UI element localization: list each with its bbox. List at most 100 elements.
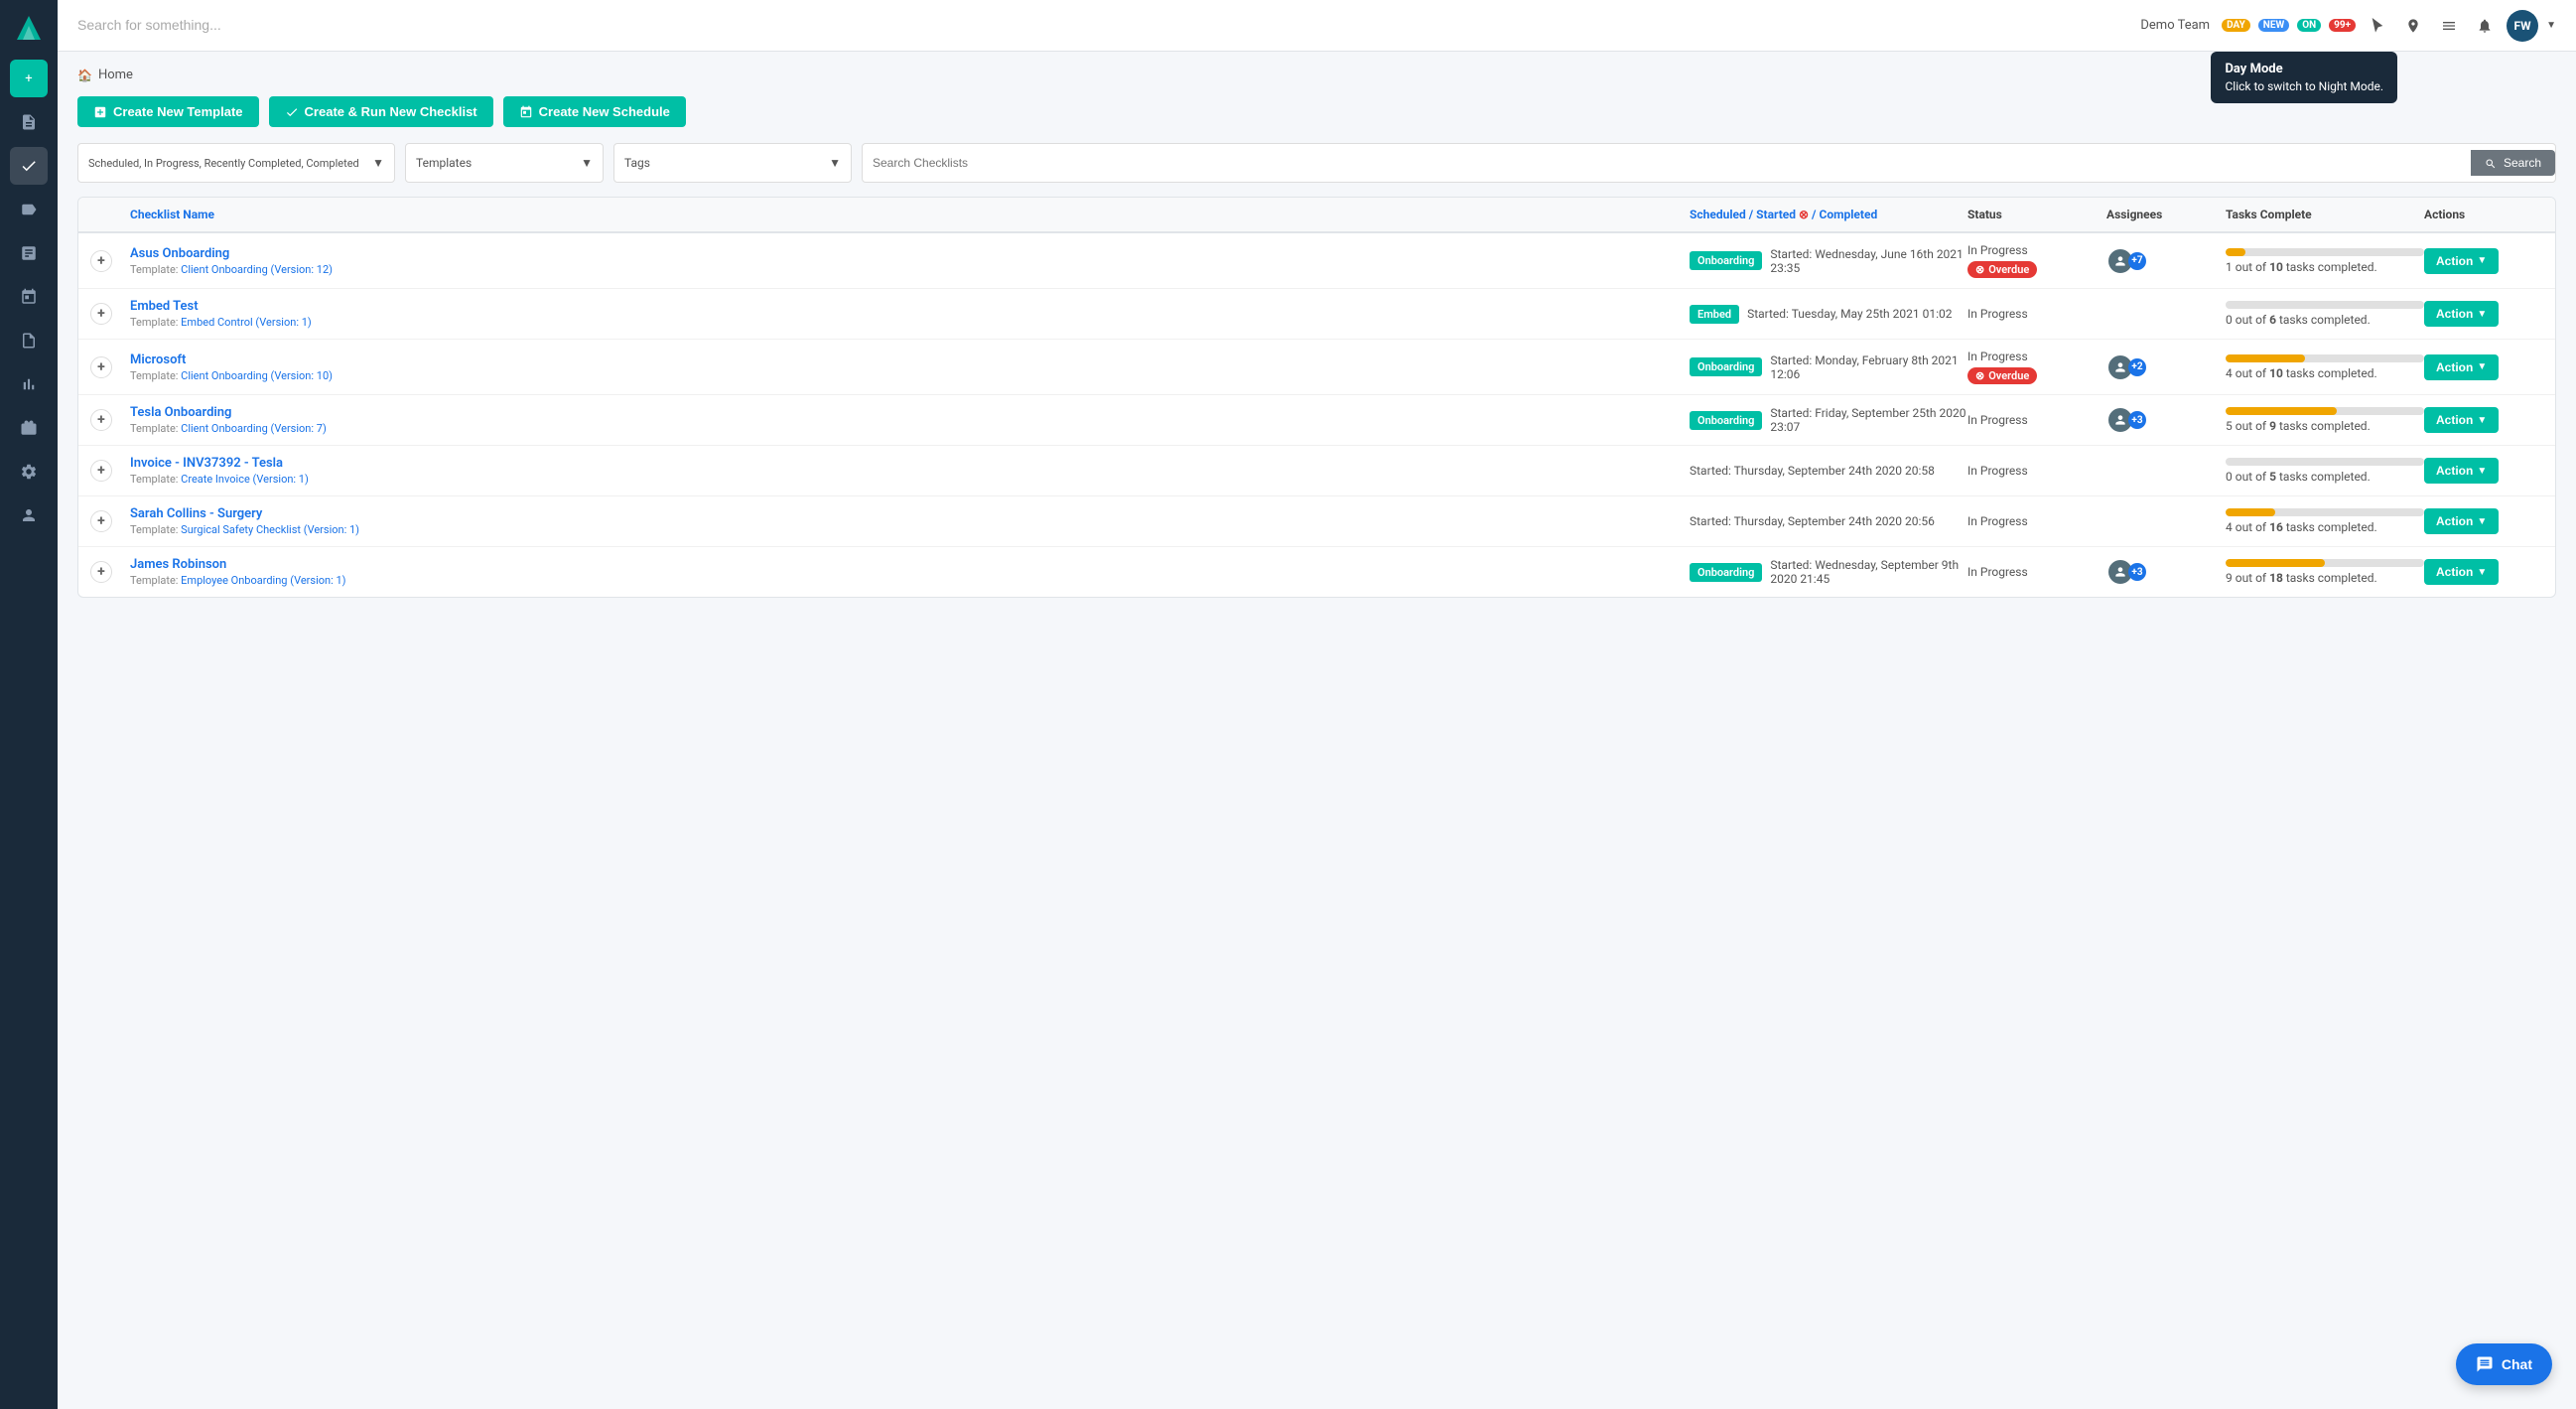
action-chevron-icon: ▼ <box>2477 415 2487 426</box>
status-text: In Progress <box>1967 243 2106 257</box>
col-actions: Actions <box>2424 208 2543 221</box>
name-cell: James Robinson Template: Employee Onboar… <box>130 557 1690 587</box>
sidebar-item-users[interactable] <box>10 496 48 534</box>
template-link[interactable]: Client Onboarding (Version: 10) <box>181 369 333 382</box>
expand-button[interactable]: + <box>90 561 112 583</box>
action-chevron-icon: ▼ <box>2477 309 2487 320</box>
sidebar-item-tags[interactable] <box>10 191 48 228</box>
table-row: + Asus Onboarding Template: Client Onboa… <box>78 233 2555 289</box>
tags-filter[interactable]: Tags ▼ <box>613 143 852 183</box>
sidebar-item-templates[interactable] <box>10 103 48 141</box>
day-mode-badge[interactable]: DAY <box>2222 19 2250 32</box>
templates-filter[interactable]: Templates ▼ <box>405 143 604 183</box>
tasks-col: 4 out of 10 tasks completed. <box>2226 354 2424 380</box>
expand-button[interactable]: + <box>90 460 112 482</box>
chat-button[interactable]: Chat <box>2456 1343 2552 1385</box>
sidebar-item-calendar[interactable] <box>10 278 48 316</box>
col-scheduled: Scheduled / Started ⊗ / Completed <box>1690 208 1967 221</box>
col-status: Status <box>1967 208 2106 221</box>
started-cell: Onboarding Started: Wednesday, June 16th… <box>1690 247 1967 275</box>
progress-bar-outer <box>2226 559 2424 567</box>
template-link[interactable]: Employee Onboarding (Version: 1) <box>181 574 345 587</box>
cursor-icon[interactable] <box>2364 12 2391 40</box>
checklist-name-link[interactable]: Asus Onboarding <box>130 246 1690 261</box>
sidebar-item-analytics[interactable] <box>10 365 48 403</box>
action-cell: Action ▼ <box>2424 354 2543 380</box>
create-schedule-button[interactable]: Create New Schedule <box>503 96 686 127</box>
user-avatar[interactable]: FW <box>2507 10 2538 42</box>
sidebar-item-reports[interactable] <box>10 234 48 272</box>
tasks-col: 5 out of 9 tasks completed. <box>2226 407 2424 433</box>
status-filter-chevron: ▼ <box>372 156 384 170</box>
tasks-text: 9 out of 18 tasks completed. <box>2226 571 2377 585</box>
checklist-name-link[interactable]: Microsoft <box>130 352 1690 367</box>
action-label: Action <box>2436 413 2473 427</box>
started-cell: Started: Thursday, September 24th 2020 2… <box>1690 464 1967 478</box>
create-template-button[interactable]: Create New Template <box>77 96 259 127</box>
checklist-name-link[interactable]: Tesla Onboarding <box>130 405 1690 420</box>
template-link[interactable]: Client Onboarding (Version: 12) <box>181 263 333 276</box>
checklist-name-link[interactable]: Embed Test <box>130 299 1690 314</box>
tasks-text: 0 out of 5 tasks completed. <box>2226 470 2371 484</box>
expand-button[interactable]: + <box>90 510 112 532</box>
action-chevron-icon: ▼ <box>2477 361 2487 372</box>
status-cell: In Progress <box>1967 514 2106 528</box>
table-row: + Invoice - INV37392 - Tesla Template: C… <box>78 446 2555 496</box>
action-cell: Action ▼ <box>2424 248 2543 274</box>
sidebar-add-button[interactable]: + <box>10 60 48 97</box>
notification-bell-icon[interactable] <box>2471 12 2499 40</box>
progress-bar-outer <box>2226 508 2424 516</box>
action-button[interactable]: Action ▼ <box>2424 407 2499 433</box>
create-run-checklist-button[interactable]: Create & Run New Checklist <box>269 96 493 127</box>
started-text: Started: Monday, February 8th 2021 12:06 <box>1770 353 1967 381</box>
checklist-name-link[interactable]: Sarah Collins - Surgery <box>130 506 1690 521</box>
checklist-template: Template: Employee Onboarding (Version: … <box>130 574 1690 587</box>
template-link[interactable]: Client Onboarding (Version: 7) <box>181 422 327 435</box>
started-cell: Onboarding Started: Wednesday, September… <box>1690 558 1967 586</box>
expand-button[interactable]: + <box>90 409 112 431</box>
sidebar-item-audit[interactable] <box>10 322 48 359</box>
expand-button[interactable]: + <box>90 356 112 378</box>
status-text: In Progress <box>1967 565 2106 579</box>
main-content: Demo Team DAY NEW ON 99+ FW ▼ <box>58 0 2576 1409</box>
action-label: Action <box>2436 307 2473 321</box>
template-link[interactable]: Surgical Safety Checklist (Version: 1) <box>181 523 359 536</box>
progress-bar-outer <box>2226 301 2424 309</box>
sidebar-item-settings[interactable] <box>10 453 48 491</box>
sidebar-item-jobs[interactable] <box>10 409 48 447</box>
action-button[interactable]: Action ▼ <box>2424 354 2499 380</box>
global-search-input[interactable] <box>77 17 475 33</box>
action-button[interactable]: Action ▼ <box>2424 301 2499 327</box>
search-button[interactable]: Search <box>2471 150 2555 176</box>
checklist-name-link[interactable]: Invoice - INV37392 - Tesla <box>130 456 1690 471</box>
sidebar-item-checklists[interactable] <box>10 147 48 185</box>
template-link[interactable]: Embed Control (Version: 1) <box>181 316 312 329</box>
avatar-dropdown-chevron[interactable]: ▼ <box>2546 20 2556 31</box>
assignees-col: +3 <box>2106 406 2226 434</box>
status-filter[interactable]: Scheduled, In Progress, Recently Complet… <box>77 143 395 183</box>
checklist-name-link[interactable]: James Robinson <box>130 557 1690 572</box>
assignee-count: +2 <box>2128 358 2146 376</box>
status-cell: In Progress <box>1967 565 2106 579</box>
checklist-template: Template: Embed Control (Version: 1) <box>130 316 1690 329</box>
action-button[interactable]: Action ▼ <box>2424 559 2499 585</box>
action-button[interactable]: Action ▼ <box>2424 248 2499 274</box>
started-cell: Onboarding Started: Friday, September 25… <box>1690 406 1967 434</box>
template-link[interactable]: Create Invoice (Version: 1) <box>181 473 309 486</box>
action-cell: Action ▼ <box>2424 458 2543 484</box>
action-button[interactable]: Action ▼ <box>2424 458 2499 484</box>
table-row: + Tesla Onboarding Template: Client Onbo… <box>78 395 2555 446</box>
expand-cell: + <box>90 303 130 325</box>
expand-button[interactable]: + <box>90 303 112 325</box>
logo <box>11 10 47 46</box>
expand-cell: + <box>90 356 130 378</box>
menu-icon[interactable] <box>2435 12 2463 40</box>
expand-button[interactable]: + <box>90 250 112 272</box>
breadcrumb-home[interactable]: Home <box>98 68 133 82</box>
action-button[interactable]: Action ▼ <box>2424 508 2499 534</box>
location-icon[interactable] <box>2399 12 2427 40</box>
tags-filter-chevron: ▼ <box>829 156 841 170</box>
tag-badge: Onboarding <box>1690 563 1762 582</box>
checklist-search-input[interactable] <box>873 156 2465 170</box>
header-search-area <box>77 17 475 34</box>
